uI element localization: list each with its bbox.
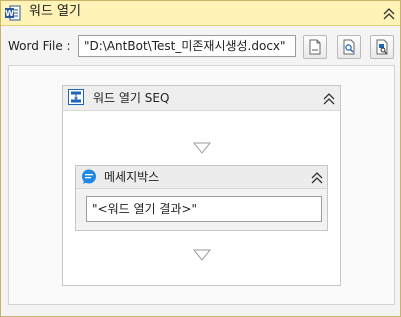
sequence-collapse-icon[interactable] [322,91,336,105]
messagebox-text-input[interactable]: "<워드 열기 결과>" [86,196,322,222]
message-bubble-icon [81,169,97,189]
sequence-container[interactable]: 워드 열기 SEQ 메세지박스 "<워드 열기 결과>" [62,85,341,286]
messagebox-title: 메세지박스 [104,170,160,184]
messagebox-activity[interactable]: 메세지박스 "<워드 열기 결과>" [75,165,328,231]
expression-button[interactable] [370,35,394,59]
sequence-icon [68,89,84,109]
browse-file-button[interactable] [303,35,327,59]
preview-icon [343,39,355,55]
word-file-label: Word File : [8,39,71,53]
sequence-title: 워드 열기 SEQ [93,91,170,105]
browse-file-icon [309,39,321,55]
messagebox-collapse-icon[interactable] [310,170,324,184]
expression-icon [376,39,388,55]
activity-title: 워드 열기 [29,4,81,19]
word-open-activity[interactable]: W 워드 열기 Word File : "D:\AntBot\Test_미존재시… [0,0,401,317]
collapse-icon[interactable] [382,6,396,20]
sequence-header[interactable]: 워드 열기 SEQ [63,86,340,111]
word-file-input[interactable]: "D:\AntBot\Test_미존재시생성.docx" [78,35,296,57]
svg-text:W: W [5,9,14,18]
preview-button[interactable] [337,35,361,59]
drop-target-arrow-icon[interactable] [192,246,212,265]
drop-target-arrow-icon[interactable] [192,139,212,158]
messagebox-header[interactable]: 메세지박스 [76,166,327,189]
activity-header[interactable]: W 워드 열기 [1,1,400,26]
word-icon: W [5,5,21,21]
